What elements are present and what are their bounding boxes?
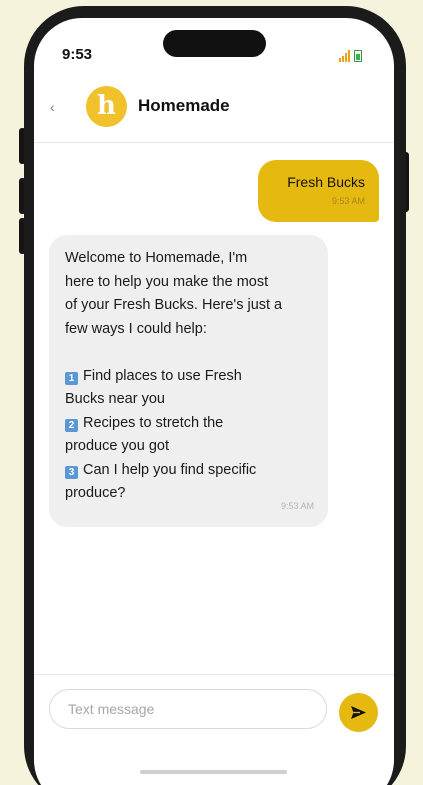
list-item: 1 Find places to use Fresh [65, 365, 312, 389]
keycap-2-icon: 2 [65, 418, 78, 432]
avatar-logo: h [97, 91, 116, 121]
home-indicator [140, 770, 287, 774]
incoming-line: few ways I could help: [65, 320, 207, 337]
list-item-continuation: produce? [65, 485, 126, 501]
cellular-signal-icon [339, 50, 350, 62]
incoming-line: Welcome to Homemade, I'm [65, 250, 248, 266]
phone-frame: 9:53 ‹ h Homemade Fresh Bucks 9:53 AM We… [24, 6, 406, 785]
send-button[interactable] [339, 693, 378, 732]
message-list[interactable]: Fresh Bucks 9:53 AM Welcome to Homemade,… [34, 143, 394, 673]
battery-icon [354, 50, 362, 62]
status-time: 9:53 [62, 46, 93, 63]
list-item-continuation: Bucks near you [65, 391, 165, 407]
list-item-text: Recipes to stretch the [83, 414, 224, 431]
chat-title: Homemade [138, 96, 230, 115]
incoming-line: of your Fresh Bucks. Here's just a [65, 297, 283, 313]
avatar: h [86, 86, 127, 127]
phone-screen: 9:53 ‹ h Homemade Fresh Bucks 9:53 AM We… [34, 18, 394, 785]
dynamic-island [163, 30, 266, 57]
status-icons [339, 50, 362, 62]
list-item-text: Can I help you find specific [83, 461, 257, 478]
outgoing-message-text: Fresh Bucks [287, 174, 365, 190]
list-item: 3 Can I help you find specific [65, 459, 312, 483]
message-input[interactable] [49, 689, 327, 729]
message-composer [34, 674, 394, 745]
list-item-text: Find places to use Fresh [83, 367, 242, 384]
status-bar: 9:53 [34, 18, 394, 78]
list-item: 2 Recipes to stretch the [65, 412, 312, 436]
incoming-line: here to help you make the most [65, 273, 269, 290]
incoming-message: Welcome to Homemade, I'm here to help yo… [49, 235, 328, 527]
incoming-message-time: 9:53 AM [280, 501, 314, 511]
list-item-continuation: produce you got [65, 438, 169, 454]
back-chevron-icon[interactable]: ‹ [50, 100, 55, 114]
send-arrow-icon [351, 706, 366, 719]
page: 9:53 ‹ h Homemade Fresh Bucks 9:53 AM We… [0, 0, 423, 785]
keycap-1-icon: 1 [65, 371, 78, 385]
outgoing-message: Fresh Bucks 9:53 AM [258, 160, 379, 222]
outgoing-message-time: 9:53 AM [331, 196, 365, 206]
chat-header: ‹ h Homemade [34, 78, 394, 143]
keycap-3-icon: 3 [65, 465, 78, 479]
